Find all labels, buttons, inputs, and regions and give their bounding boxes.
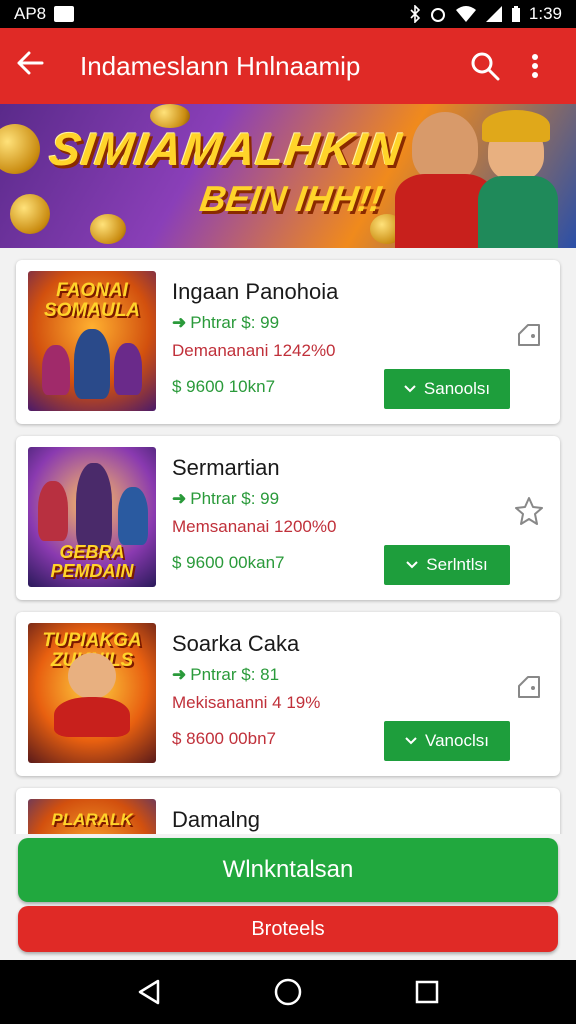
triangle-back-icon — [139, 979, 160, 1005]
more-vertical-icon — [532, 54, 538, 78]
character-body — [478, 176, 558, 248]
coin-graphic — [90, 214, 126, 244]
thumbnail-title: GEBRA PEMDAIN — [50, 542, 134, 581]
character-face — [412, 112, 478, 182]
game-thumbnail: TUPIAKGA ZUKNILS — [28, 623, 156, 763]
offer-card[interactable]: TUPIAKGA ZUKNILS Soarka Caka ➜Pntrar $: … — [16, 612, 560, 776]
offer-action-label: Vanoclsı — [425, 731, 489, 750]
offer-name: Ingaan Panohoia — [172, 279, 339, 304]
character-figure — [74, 329, 110, 399]
arrow-left-icon — [17, 51, 44, 75]
page-title: Indameslann Hnlnaamip — [80, 50, 361, 81]
coin-graphic — [10, 194, 50, 234]
offer-demand: Demananani 1242%0 — [172, 341, 336, 360]
nav-home-button[interactable] — [268, 972, 308, 1012]
character-figure — [118, 487, 148, 545]
trend-arrow-icon: ➜ — [172, 313, 187, 332]
alarm-icon — [429, 5, 447, 23]
offer-name: Damalng — [172, 807, 261, 832]
system-nav-bar — [0, 960, 576, 1024]
favorite-button[interactable] — [514, 496, 544, 526]
bookmark-button[interactable] — [514, 672, 544, 702]
offer-name: Sermartian — [172, 455, 280, 480]
back-button[interactable] — [16, 49, 60, 83]
offer-price-text: Pntrar $: 81 — [190, 665, 280, 684]
tag-icon — [518, 324, 540, 346]
bookmark-button[interactable] — [514, 320, 544, 350]
status-left: AP8 — [14, 4, 75, 24]
game-thumbnail: GEBRA PEMDAIN — [28, 447, 156, 587]
offer-demand: Mekisananni 4 19% — [172, 693, 321, 712]
game-thumbnail: FAONAI SOMAULA — [28, 271, 156, 411]
status-right: 1:39 — [409, 4, 562, 24]
character-figure — [76, 463, 112, 549]
banner-subline: BEIN IHH!! — [197, 178, 385, 219]
chevron-down-icon — [405, 737, 417, 745]
offer-price-text: Phtrar $: 99 — [190, 313, 280, 332]
offer-price: ➜ Phtrar $: 99 — [172, 313, 548, 333]
character-figure — [42, 345, 70, 395]
offer-price-text: Phtrar $: 99 — [190, 489, 280, 508]
character-body — [54, 697, 130, 737]
status-bar: AP8 1:39 — [0, 0, 576, 28]
character-face — [68, 653, 116, 699]
character-figure — [114, 343, 142, 395]
carrier-label: AP8 — [14, 4, 47, 23]
offer-action-button[interactable]: Sanoolsı — [384, 369, 510, 409]
offer-action-label: Sanoolsı — [423, 379, 491, 398]
thumbnail-title: FAONAI SOMAULA — [43, 280, 141, 321]
offer-card[interactable]: FAONAI SOMAULA Ingaan Panohoia ➜ Phtrar $… — [16, 260, 560, 424]
wifi-icon — [455, 5, 477, 23]
offer-price: ➜ Phtrar $: 99 — [172, 489, 548, 509]
star-icon — [515, 497, 543, 525]
battery-icon — [511, 5, 521, 23]
tag-icon — [518, 676, 540, 698]
circle-home-icon — [274, 978, 302, 1006]
offer-action-button[interactable]: Serlntlsı — [384, 545, 510, 585]
trend-arrow-icon: ➜ — [172, 665, 187, 684]
nav-recents-button[interactable] — [407, 972, 447, 1012]
overflow-menu-button[interactable] — [510, 53, 560, 79]
offer-price: ➜ Pntrar $: 81 — [172, 665, 548, 685]
offer-name: Soarka Caka — [172, 631, 300, 656]
secondary-action-button[interactable]: Broteels — [18, 906, 558, 952]
search-icon — [471, 52, 500, 81]
chevron-down-icon — [404, 385, 416, 393]
search-button[interactable] — [460, 51, 510, 81]
coin-graphic — [0, 124, 40, 174]
square-recents-icon — [415, 980, 438, 1004]
image-notification-icon — [54, 6, 75, 22]
character-helmet — [482, 110, 550, 142]
clock-label: 1:39 — [528, 4, 562, 23]
character-figure — [38, 481, 68, 541]
app-bar: Indameslann Hnlnaamip — [0, 28, 576, 104]
offer-action-button[interactable]: Vanoclsı — [384, 721, 510, 761]
offer-demand: Memsananai 1200%0 — [172, 517, 337, 536]
nav-back-button[interactable] — [129, 972, 169, 1012]
offer-card[interactable]: GEBRA PEMDAIN Sermartian ➜ Phtrar $: 99 M… — [16, 436, 560, 600]
signal-icon — [485, 5, 503, 23]
trend-arrow-icon: ➜ — [172, 489, 187, 508]
thumbnail-title: PLARALK — [51, 810, 133, 829]
banner-headline: SIMIAMALHKIN — [46, 123, 406, 175]
chevron-down-icon — [406, 561, 418, 569]
offer-action-label: Serlntlsı — [426, 555, 488, 574]
bluetooth-icon — [409, 5, 421, 23]
primary-action-button[interactable]: Wlnkntalsan — [18, 838, 558, 902]
promo-banner[interactable]: SIMIAMALHKIN BEIN IHH!! — [0, 104, 576, 248]
